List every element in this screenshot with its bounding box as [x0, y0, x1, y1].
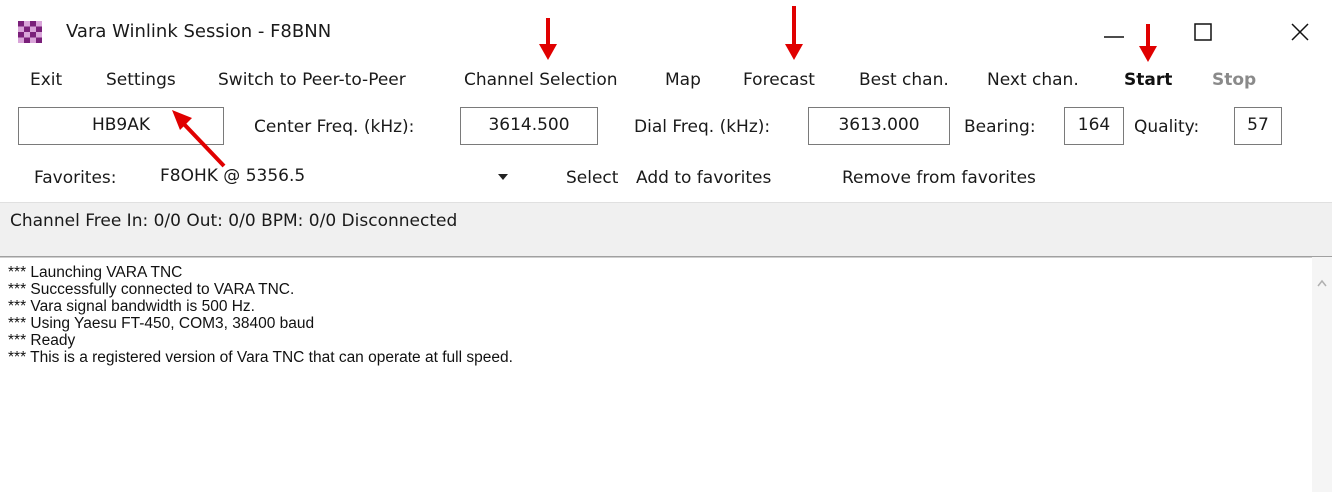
menu-stop[interactable]: Stop [1212, 70, 1256, 90]
log-line: *** Vara signal bandwidth is 500 Hz. [8, 298, 255, 315]
log-line: *** This is a registered version of Vara… [8, 349, 513, 366]
menu-forecast[interactable]: Forecast [743, 70, 815, 90]
annotation-arrow-start [1139, 24, 1157, 62]
annotation-arrow-callsign [172, 110, 226, 168]
status-bar: Channel Free In: 0/0 Out: 0/0 BPM: 0/0 D… [0, 202, 1332, 241]
menu-start[interactable]: Start [1124, 70, 1172, 90]
bearing-label: Bearing: [964, 117, 1036, 137]
dial-freq-field[interactable]: 3613.000 [808, 107, 950, 145]
quality-field[interactable]: 57 [1234, 107, 1282, 145]
close-button[interactable] [1270, 10, 1330, 54]
session-log[interactable]: *** Launching VARA TNC *** Successfully c… [0, 257, 1312, 493]
center-freq-label: Center Freq. (kHz): [254, 117, 415, 137]
close-icon [1291, 23, 1309, 41]
scroll-up-icon[interactable] [1317, 279, 1327, 287]
title-bar: Vara Winlink Session - F8BNN [0, 0, 1332, 62]
log-line: *** Successfully connected to VARA TNC. [8, 281, 295, 298]
log-lines: *** Launching VARA TNC *** Successfully c… [0, 258, 1312, 366]
favorites-label: Favorites: [34, 168, 117, 188]
quality-label: Quality: [1134, 117, 1200, 137]
menu-next-chan[interactable]: Next chan. [987, 70, 1079, 90]
menu-switch-peer-to-peer[interactable]: Switch to Peer-to-Peer [218, 70, 406, 90]
log-line: *** Launching VARA TNC [8, 264, 183, 281]
window-title: Vara Winlink Session - F8BNN [66, 21, 332, 42]
center-freq-field[interactable]: 3614.500 [460, 107, 598, 145]
status-text: Channel Free In: 0/0 Out: 0/0 BPM: 0/0 D… [10, 211, 458, 231]
log-line: *** Ready [8, 332, 76, 349]
menu-channel-selection[interactable]: Channel Selection [464, 70, 618, 90]
dropdown-arrow-icon [498, 174, 508, 180]
maximize-icon [1194, 23, 1212, 41]
minimize-icon [1104, 36, 1124, 38]
annotation-arrow-forecast [785, 6, 803, 60]
add-to-favorites-button[interactable]: Add to favorites [636, 168, 771, 188]
dial-freq-label: Dial Freq. (kHz): [634, 117, 771, 137]
log-scrollbar[interactable] [1312, 257, 1332, 492]
menu-settings[interactable]: Settings [106, 70, 176, 90]
remove-from-favorites-button[interactable]: Remove from favorites [842, 168, 1036, 188]
menu-bar: Exit Settings Switch to Peer-to-Peer Cha… [0, 64, 1332, 98]
maximize-button[interactable] [1174, 10, 1234, 54]
minimize-button[interactable] [1084, 10, 1144, 54]
menu-best-chan[interactable]: Best chan. [859, 70, 949, 90]
select-button[interactable]: Select [566, 168, 618, 188]
menu-map[interactable]: Map [665, 70, 701, 90]
bearing-field[interactable]: 164 [1064, 107, 1124, 145]
annotation-arrow-channel-selection [539, 18, 557, 60]
menu-exit[interactable]: Exit [30, 70, 62, 90]
separator-bar [0, 240, 1332, 257]
checkered-app-icon [18, 21, 42, 43]
log-line: *** Using Yaesu FT-450, COM3, 38400 baud [8, 315, 315, 332]
